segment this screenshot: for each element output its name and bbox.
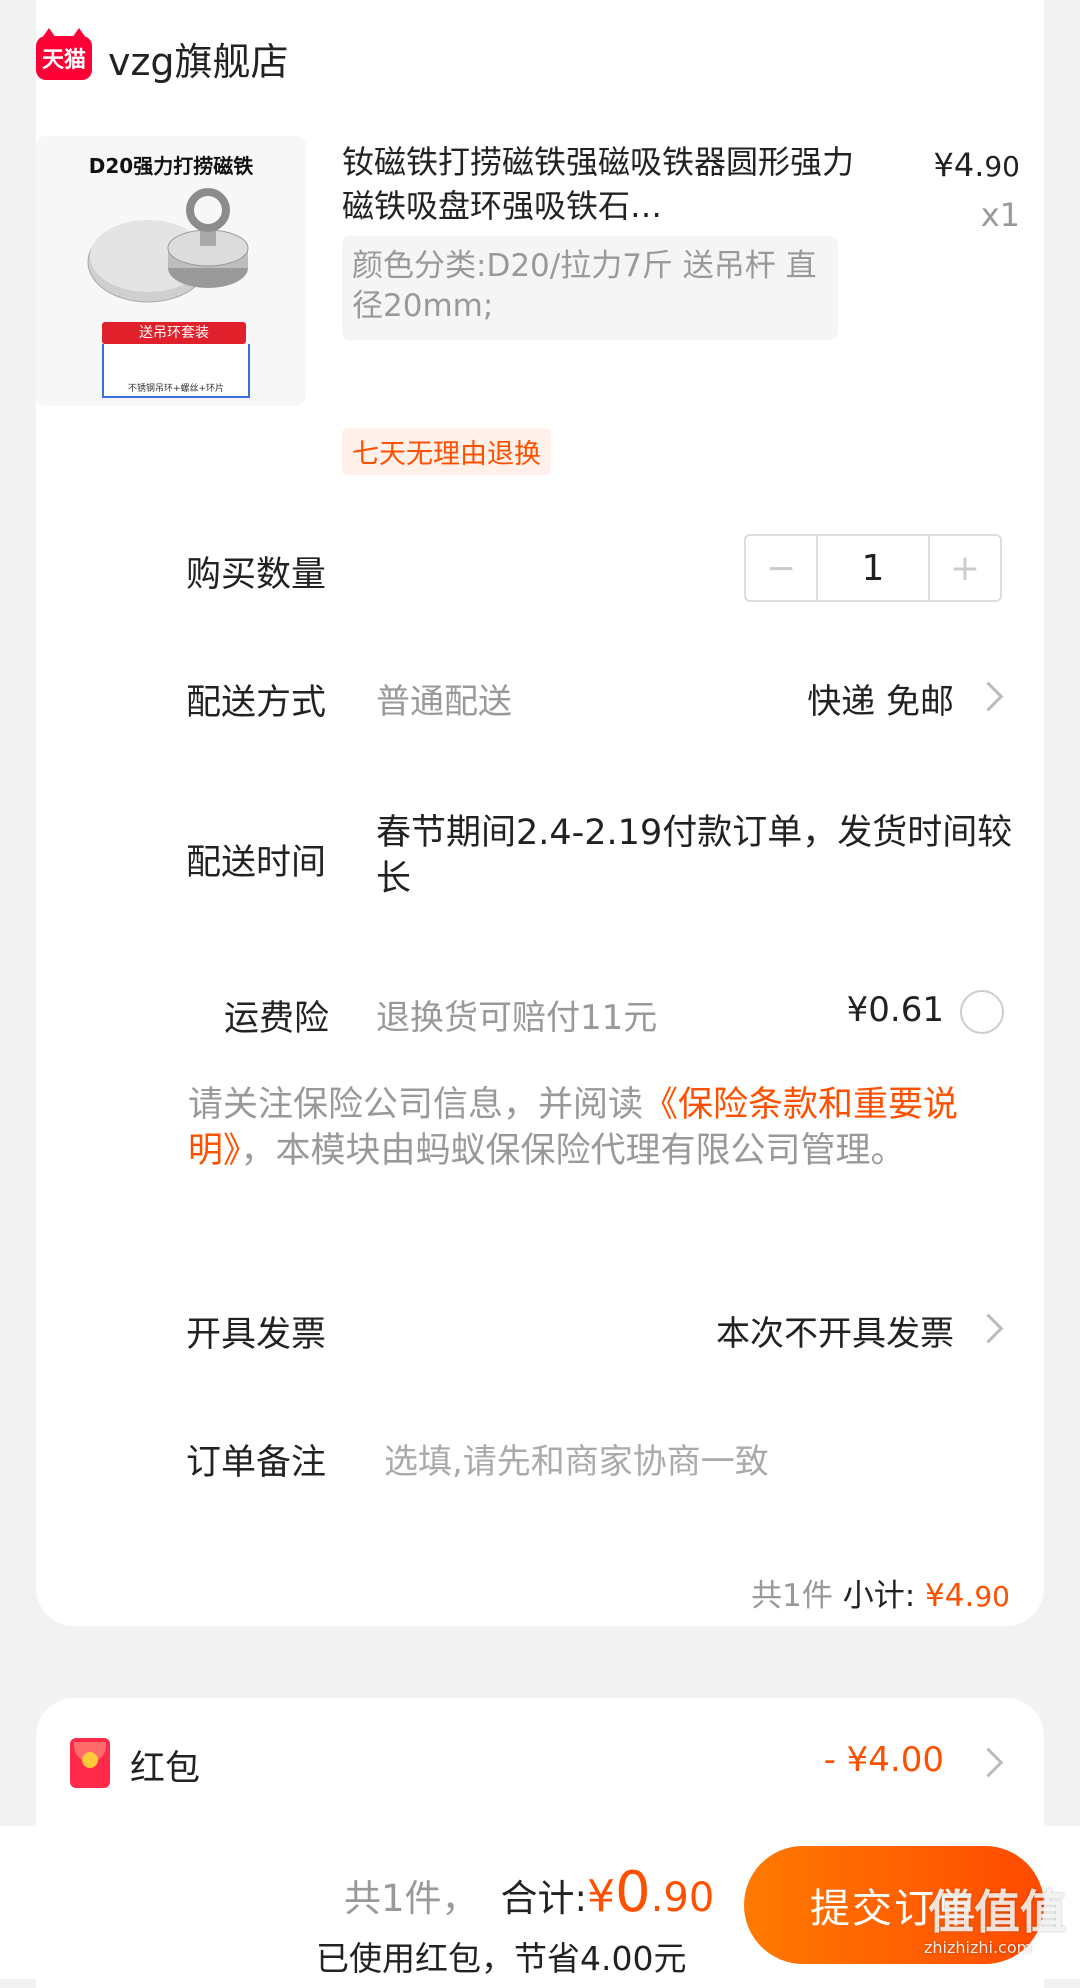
increase-button[interactable]: + [930,536,1000,600]
subtotal: 共1件 小计: ¥4.90 [751,1578,1010,1614]
red-packet-label: 红包 [130,1749,201,1789]
return-policy-tag: 七天无理由退换 [342,428,551,475]
insurance-price: ¥0.61 [846,990,944,1030]
shipping-label: 配送方式 [186,683,327,723]
insurance-radio[interactable] [960,990,1004,1034]
product-price: ¥4.90 [933,146,1020,184]
invoice-label: 开具发票 [186,1315,327,1355]
watermark: 值值值 zhizhizhi.com [918,1876,1078,1972]
shipping-method: 普通配送 [376,682,512,722]
quantity-input[interactable]: 1 [816,536,930,600]
remark-label: 订单备注 [186,1443,327,1483]
insurance-notice: 请关注保险公司信息，并阅读《保险条款和重要说明》，本模块由蚂蚁保保险代理有限公司… [188,1085,959,1171]
insurance-desc: 退换货可赔付11元 [376,998,658,1038]
shop-header[interactable]: 天猫 vzg旗舰店 [36,28,289,86]
red-packet-icon [70,1738,110,1788]
quantity-label: 购买数量 [186,555,327,595]
insurance-label: 运费险 [224,999,330,1039]
total-amount: ¥0.90 [587,1860,715,1925]
watermark-url: zhizhizhi.com [924,1938,1033,1957]
remark-input[interactable]: 选填,请先和商家协商一致 [384,1434,769,1483]
product-spec[interactable]: 颜色分类:D20/拉力7斤 送吊杆 直径20mm; [342,236,838,340]
red-packet-value: - ¥4.00 [823,1740,944,1780]
delivery-time-label: 配送时间 [186,843,327,883]
invoice-value: 本次不开具发票 [716,1314,954,1354]
decrease-button[interactable]: − [746,536,816,600]
shipping-value: 快递 免邮 [807,682,954,722]
tmall-logo-icon: 天猫 [36,28,92,80]
product-image[interactable]: D20强力打捞磁铁 送吊环套装 不锈钢吊环+螺丝+环片 [36,136,306,406]
product-title[interactable]: 钕磁铁打捞磁铁强磁吸铁器圆形强力磁铁吸盘环强吸铁石… [342,140,862,228]
gift-caption: 不锈钢吊环+螺丝+环片 [127,384,225,394]
gift-box: 不锈钢吊环+螺丝+环片 [102,344,250,398]
gift-band: 送吊环套装 [102,322,246,344]
shop-name: vzg旗舰店 [108,39,289,84]
delivery-time-value: 春节期间2.4-2.19付款订单，发货时间较长 [376,813,1013,899]
product-quantity: x1 [980,196,1020,234]
savings-text: 已使用红包，节省4.00元 [316,1939,687,1978]
total-line: 共1件， 合计:¥0.90 [344,1860,715,1925]
quantity-stepper: − 1 + [744,534,1002,602]
watermark-logo: 值值值 [928,1885,1066,1939]
